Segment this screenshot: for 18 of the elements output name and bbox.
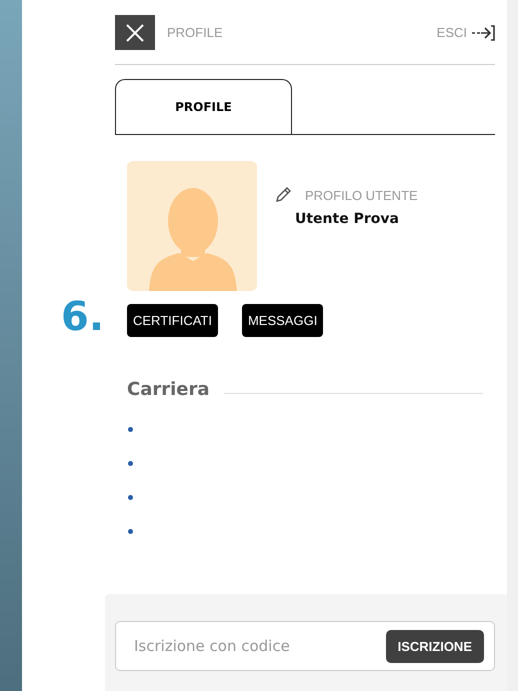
- pencil-icon[interactable]: [273, 185, 293, 205]
- profile-tab[interactable]: PROFILE: [115, 79, 292, 134]
- enroll-button[interactable]: ISCRIZIONE: [386, 630, 484, 662]
- close-button[interactable]: [115, 15, 155, 50]
- page-title: PROFILE: [167, 25, 223, 40]
- bullet-icon: [128, 460, 133, 466]
- section-button[interactable]: MESSAGGI: [242, 304, 324, 337]
- bullet-icon: [128, 494, 133, 500]
- section-button[interactable]: CERTIFICATI: [127, 304, 218, 337]
- section-title: Carriera: [127, 379, 210, 400]
- profile-caption: PROFILO UTENTE: [305, 188, 418, 202]
- bullet-icon: [128, 426, 133, 432]
- close-icon: [124, 22, 146, 44]
- step-marker: 6.: [61, 294, 104, 340]
- code-field[interactable]: Iscrizione con codice ISCRIZIONE: [115, 621, 495, 671]
- logout-icon: [471, 24, 495, 42]
- bullet-icon: [128, 528, 133, 534]
- user-name: Utente Prova: [295, 211, 400, 227]
